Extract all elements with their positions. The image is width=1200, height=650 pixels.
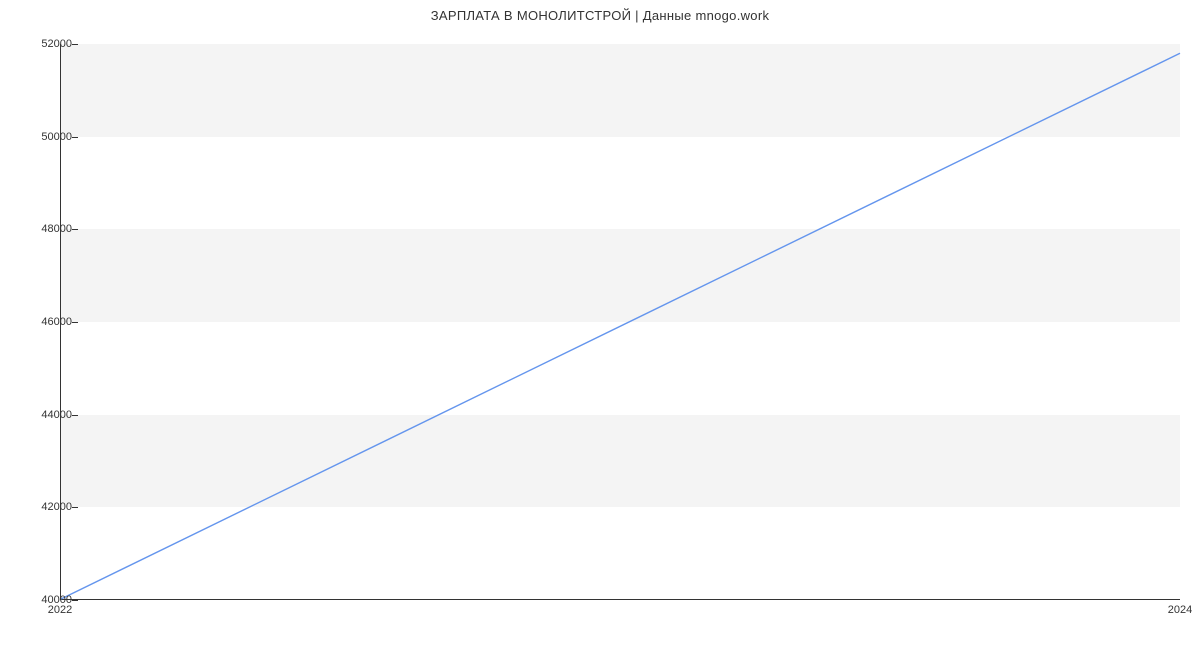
y-tick-label: 52000 bbox=[12, 38, 72, 50]
plot-area bbox=[60, 44, 1180, 600]
y-tick-label: 42000 bbox=[12, 501, 72, 513]
x-tick-label: 2024 bbox=[1168, 604, 1192, 616]
series-line bbox=[61, 53, 1180, 599]
y-tick-label: 44000 bbox=[12, 409, 72, 421]
line-layer bbox=[61, 44, 1180, 599]
chart-container: ЗАРПЛАТА В МОНОЛИТСТРОЙ | Данные mnogo.w… bbox=[0, 0, 1200, 650]
chart-title: ЗАРПЛАТА В МОНОЛИТСТРОЙ | Данные mnogo.w… bbox=[0, 8, 1200, 23]
y-tick-label: 50000 bbox=[12, 131, 72, 143]
x-tick-label: 2022 bbox=[48, 604, 72, 616]
y-tick-label: 48000 bbox=[12, 223, 72, 235]
y-tick-label: 46000 bbox=[12, 316, 72, 328]
